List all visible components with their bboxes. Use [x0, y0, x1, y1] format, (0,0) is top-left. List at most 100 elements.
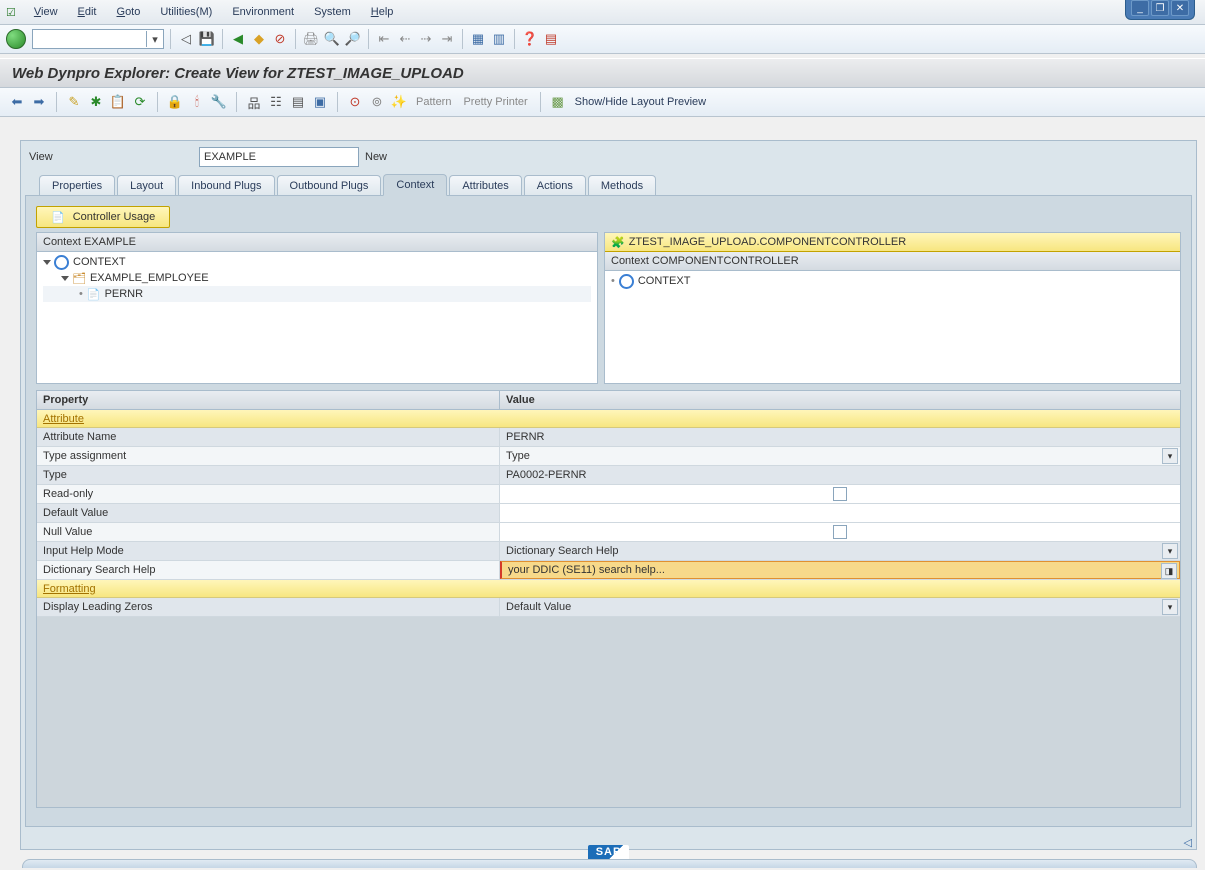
new-session-icon[interactable]: ▦ — [469, 30, 487, 48]
right-context-tree: • CONTEXT — [605, 271, 1180, 291]
find-icon[interactable]: 🔍 — [323, 30, 341, 48]
maximize-button[interactable]: ❐ — [1151, 0, 1169, 16]
show-hide-layout-button[interactable]: Show/Hide Layout Preview — [575, 96, 706, 108]
arrow-right-icon[interactable]: ➡ — [30, 93, 48, 111]
checkbox-icon[interactable] — [833, 525, 847, 539]
back-icon[interactable]: ◁ — [177, 30, 195, 48]
help-icon[interactable]: ❓ — [521, 30, 539, 48]
menu-view[interactable]: View — [34, 6, 58, 18]
cancel-icon[interactable]: ⊘ — [271, 30, 289, 48]
tab-content: 📄 Controller Usage Context EXAMPLE CONTE… — [25, 195, 1192, 827]
close-button[interactable]: ✕ — [1171, 0, 1189, 16]
tab-layout[interactable]: Layout — [117, 175, 176, 196]
breakpoint-icon[interactable]: ⊙ — [346, 93, 364, 111]
tab-properties[interactable]: Properties — [39, 175, 115, 196]
tab-methods[interactable]: Methods — [588, 175, 656, 196]
val-null-value[interactable] — [500, 523, 1180, 541]
tab-outbound-plugs[interactable]: Outbound Plugs — [277, 175, 382, 196]
left-context-panel: Context EXAMPLE CONTEXT 🗂 EXAMPLE_EMPLOY… — [36, 232, 598, 384]
fullscreen-icon[interactable]: ▣ — [311, 93, 329, 111]
dropdown-icon[interactable]: ▾ — [146, 31, 163, 47]
tab-attributes[interactable]: Attributes — [449, 175, 521, 196]
val-read-only[interactable] — [500, 485, 1180, 503]
tree-node-example-employee[interactable]: 🗂 EXAMPLE_EMPLOYEE — [43, 270, 591, 286]
val-type: PA0002-PERNR — [500, 466, 1180, 484]
pattern-button: Pattern — [416, 96, 451, 108]
dropdown-icon[interactable]: ▾ — [1162, 599, 1178, 615]
check-icon[interactable]: 🔒 — [166, 93, 184, 111]
object-list-icon[interactable]: ☷ — [267, 93, 285, 111]
tab-context[interactable]: Context — [383, 174, 447, 196]
activate-icon[interactable]: 🕯 — [188, 93, 206, 111]
caret-down-icon[interactable] — [43, 260, 51, 265]
other-object-icon[interactable]: 📋 — [109, 93, 127, 111]
controller-usage-button[interactable]: 📄 Controller Usage — [36, 206, 170, 228]
generate-shortcut-icon[interactable]: ▥ — [490, 30, 508, 48]
tree-node-context-comp[interactable]: • CONTEXT — [611, 273, 1174, 289]
menu-utilities[interactable]: Utilities(M) — [160, 6, 212, 18]
prop-input-help-mode: Input Help Mode — [37, 542, 500, 560]
view-name-field[interactable]: EXAMPLE — [199, 147, 359, 167]
display-change-icon[interactable]: ✎ — [65, 93, 83, 111]
val-type-assignment[interactable]: Type▾ — [500, 447, 1180, 465]
val-dictionary-search-help[interactable]: your DDIC (SE11) search help...◨ — [500, 561, 1180, 579]
menu-bar: ☑ View Edit Goto Utilities(M) Environmen… — [0, 0, 1205, 25]
context-root-icon — [619, 274, 634, 289]
watchpoint-icon[interactable]: ⊚ — [368, 93, 386, 111]
menu-environment[interactable]: Environment — [232, 6, 294, 18]
val-display-leading-zeros[interactable]: Default Value▾ — [500, 598, 1180, 616]
next-page-icon[interactable]: ⇢ — [417, 30, 435, 48]
wizard-icon[interactable]: ✨ — [390, 93, 408, 111]
prop-null-value: Null Value — [37, 523, 500, 541]
dropdown-icon[interactable]: ▾ — [1162, 543, 1178, 559]
tree-node-context[interactable]: CONTEXT — [43, 254, 591, 270]
menu-system[interactable]: System — [314, 6, 351, 18]
checkbox-icon[interactable] — [833, 487, 847, 501]
right-panel-subtitle: Context COMPONENTCONTROLLER — [605, 252, 1180, 271]
view-status: New — [365, 151, 387, 163]
enter-button[interactable] — [6, 29, 26, 49]
standard-toolbar: ▾ ◁ 💾 ◀ ◆ ⊘ 🖨 🔍 🔎 ⇤ ⇠ ⇢ ⇥ ▦ ▥ ❓ ▤ — [0, 25, 1205, 54]
menu-edit[interactable]: Edit — [78, 6, 97, 18]
find-next-icon[interactable]: 🔎 — [344, 30, 362, 48]
dropdown-icon[interactable]: ▾ — [1162, 448, 1178, 464]
menu-goto[interactable]: Goto — [117, 6, 141, 18]
back-button-icon[interactable]: ◀ — [229, 30, 247, 48]
first-page-icon[interactable]: ⇤ — [375, 30, 393, 48]
bullet-icon: • — [611, 275, 615, 287]
prop-attribute-name: Attribute Name — [37, 428, 500, 446]
val-default-value[interactable] — [500, 504, 1180, 522]
where-used-icon[interactable]: 品 — [245, 93, 263, 111]
val-input-help-mode[interactable]: Dictionary Search Help▾ — [500, 542, 1180, 560]
attribute-icon: 📄 — [87, 288, 101, 301]
nav-window-icon[interactable]: ▤ — [289, 93, 307, 111]
last-page-icon[interactable]: ⇥ — [438, 30, 456, 48]
prop-type: Type — [37, 466, 500, 484]
tab-inbound-plugs[interactable]: Inbound Plugs — [178, 175, 274, 196]
tab-actions[interactable]: Actions — [524, 175, 586, 196]
active-inactive-icon[interactable]: ✱ — [87, 93, 105, 111]
minimize-button[interactable]: _ — [1131, 0, 1149, 16]
component-icon: 🧩 — [611, 236, 625, 249]
save-icon[interactable]: 💾 — [198, 30, 216, 48]
f4-help-icon[interactable]: ◨ — [1161, 563, 1177, 579]
customize-layout-icon[interactable]: ▤ — [542, 30, 560, 48]
test-icon[interactable]: 🔧 — [210, 93, 228, 111]
command-field[interactable]: ▾ — [32, 29, 164, 49]
bullet-icon: • — [79, 288, 83, 300]
enhance-icon[interactable]: ⟳ — [131, 93, 149, 111]
exit-icon[interactable]: ◆ — [250, 30, 268, 48]
caret-down-icon[interactable] — [61, 276, 69, 281]
col-value-header: Value — [500, 391, 1180, 409]
tree-leaf-pernr[interactable]: • 📄 PERNR — [43, 286, 591, 302]
arrow-left-icon[interactable]: ⬅ — [8, 93, 26, 111]
layout-preview-icon[interactable]: ▩ — [549, 93, 567, 111]
view-row: View EXAMPLE New — [21, 141, 1196, 173]
right-panel-mapped-title: 🧩 ZTEST_IMAGE_UPLOAD.COMPONENTCONTROLLER — [605, 233, 1180, 252]
scroll-left-icon[interactable]: ◁ — [1184, 836, 1192, 849]
menu-checkmark-icon[interactable]: ☑ — [6, 6, 16, 19]
prev-page-icon[interactable]: ⇠ — [396, 30, 414, 48]
print-icon[interactable]: 🖨 — [302, 30, 320, 48]
pretty-printer-button: Pretty Printer — [463, 96, 527, 108]
menu-help[interactable]: Help — [371, 6, 394, 18]
